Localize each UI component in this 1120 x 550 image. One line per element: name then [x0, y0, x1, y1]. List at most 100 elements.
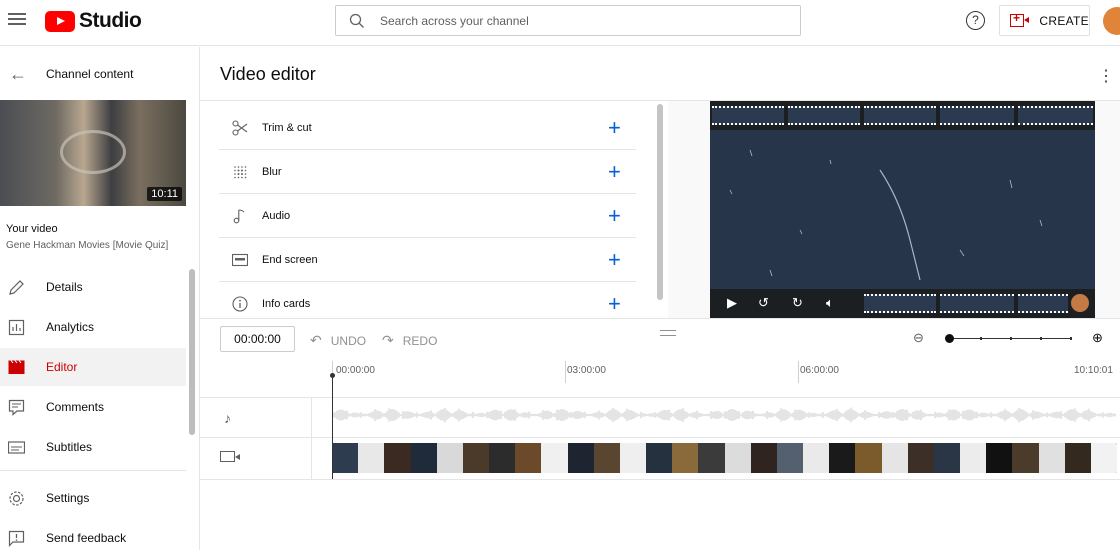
- sidebar-item-editor[interactable]: Editor: [0, 348, 186, 386]
- sidebar-item-feedback[interactable]: Send feedback: [0, 519, 186, 550]
- video-frame-thumb: [593, 443, 620, 473]
- volume-icon[interactable]: 🔈︎: [826, 295, 834, 311]
- track-header-divider: [311, 397, 312, 479]
- timecode-field[interactable]: 00:00:00: [220, 326, 295, 352]
- avatar[interactable]: [1103, 7, 1120, 35]
- sidebar-item-label: Comments: [46, 400, 105, 414]
- sidebar-item-settings[interactable]: Settings: [0, 479, 186, 517]
- tools-scrollbar[interactable]: [657, 104, 663, 300]
- comments-icon: [8, 399, 25, 416]
- video-frame-thumb: [933, 443, 961, 473]
- video-track-icon: [220, 451, 240, 462]
- sidebar-divider: [0, 470, 186, 471]
- add-icon[interactable]: +: [608, 160, 621, 183]
- zoom-slider-knob[interactable]: [945, 334, 954, 343]
- video-frame-thumb: [986, 443, 1013, 473]
- sidebar-item-label: Analytics: [46, 320, 95, 334]
- video-thumbnail[interactable]: 10:11: [0, 100, 186, 206]
- sidebar-item-label: Subtitles: [46, 440, 93, 454]
- video-frame-thumb: [1064, 443, 1091, 473]
- redo-label: REDO: [402, 333, 438, 348]
- redo-button[interactable]: ↷ REDO: [382, 332, 437, 349]
- video-frame-thumb: [776, 443, 804, 473]
- video-title[interactable]: Gene Hackman Movies [Movie Quiz]: [6, 240, 168, 251]
- zoom-out-icon[interactable]: ⊖: [913, 330, 924, 346]
- video-frame-thumb: [1090, 443, 1117, 473]
- film-frame: [712, 106, 784, 125]
- add-icon[interactable]: +: [608, 248, 621, 271]
- thumbnail-duration: 10:11: [147, 187, 182, 201]
- pencil-icon: [9, 279, 24, 295]
- sidebar-item-analytics[interactable]: Analytics: [0, 308, 186, 346]
- sidebar-item-subtitles[interactable]: Subtitles: [0, 428, 186, 466]
- tool-label: Audio: [262, 209, 291, 222]
- tool-end-screen[interactable]: End screen +: [219, 238, 636, 282]
- video-frame-thumb: [1012, 443, 1039, 473]
- video-frame-thumb: [462, 443, 490, 473]
- back-arrow-icon[interactable]: ←: [9, 64, 27, 85]
- tool-blur[interactable]: Blur +: [219, 150, 636, 194]
- search-icon: [349, 13, 364, 28]
- video-frame-thumb: [646, 443, 673, 473]
- film-strip-top: [710, 101, 1095, 130]
- zoom-tick: [980, 337, 982, 340]
- add-icon[interactable]: +: [608, 293, 621, 315]
- zoom-in-icon[interactable]: ⊕: [1092, 330, 1103, 346]
- tick-label: 10:10:01: [1074, 365, 1113, 376]
- menu-icon[interactable]: [8, 11, 26, 29]
- video-frame-thumb: [698, 443, 725, 473]
- studio-logo[interactable]: Studio: [45, 9, 142, 33]
- sidebar-scrollbar[interactable]: [189, 269, 195, 435]
- tick-line: [798, 361, 799, 383]
- tool-audio[interactable]: Audio +: [219, 194, 636, 238]
- feedback-icon: [8, 530, 25, 547]
- zoom-tick: [1070, 337, 1072, 340]
- subtitles-icon: [8, 440, 25, 454]
- audio-waveform[interactable]: [332, 404, 1116, 426]
- zoom-tick: [1010, 337, 1012, 340]
- video-frame-thumb: [541, 443, 568, 473]
- sidebar-item-comments[interactable]: Comments: [0, 388, 186, 426]
- playhead-handle[interactable]: [330, 373, 335, 378]
- film-frame: [940, 294, 1014, 313]
- undo-button[interactable]: ↶ UNDO: [310, 332, 366, 349]
- track-divider: [200, 437, 1120, 438]
- video-frame-thumb: [332, 443, 359, 473]
- add-icon[interactable]: +: [608, 204, 621, 227]
- search-bar: [335, 5, 801, 36]
- clapperboard-icon: [8, 359, 25, 374]
- resize-handle[interactable]: [660, 330, 676, 336]
- help-icon[interactable]: ?: [966, 11, 985, 30]
- sidebar-item-label: Details: [46, 280, 83, 294]
- rewind-10-icon[interactable]: ↺: [758, 295, 769, 311]
- tool-trim[interactable]: Trim & cut +: [219, 106, 636, 150]
- more-options-icon[interactable]: ⋮: [1098, 66, 1114, 86]
- preview-settings-icon[interactable]: [1071, 294, 1089, 312]
- zoom-tick: [1040, 337, 1042, 340]
- video-frame-thumb: [881, 443, 908, 473]
- your-video-label: Your video: [6, 223, 58, 235]
- video-track[interactable]: [332, 443, 1117, 473]
- video-frame-thumb: [489, 443, 516, 473]
- tool-info-cards[interactable]: Info cards +: [219, 282, 636, 326]
- playhead[interactable]: [332, 375, 333, 479]
- video-frame-thumb: [960, 443, 987, 473]
- search-input[interactable]: [380, 13, 760, 28]
- blur-icon: [234, 165, 247, 178]
- sidebar: ← Channel content 10:11 Your video Gene …: [0, 47, 200, 550]
- play-icon[interactable]: ▶: [727, 295, 737, 311]
- video-preview[interactable]: ▶ ↺ ↻ 🔈︎: [710, 101, 1095, 318]
- add-icon[interactable]: +: [608, 116, 621, 139]
- film-frame: [864, 294, 936, 313]
- tick-label: 06:00:00: [800, 365, 839, 376]
- redo-icon: ↷: [382, 332, 394, 348]
- sidebar-item-label: Settings: [46, 491, 90, 505]
- sidebar-item-details[interactable]: Details: [0, 268, 186, 306]
- film-frame: [1018, 106, 1093, 125]
- video-frame-thumb: [724, 443, 751, 473]
- create-button[interactable]: CREATE: [999, 5, 1090, 36]
- video-frame-thumb: [803, 443, 830, 473]
- video-frame-thumb: [1038, 443, 1065, 473]
- forward-10-icon[interactable]: ↻: [792, 295, 803, 311]
- film-frame: [864, 106, 936, 125]
